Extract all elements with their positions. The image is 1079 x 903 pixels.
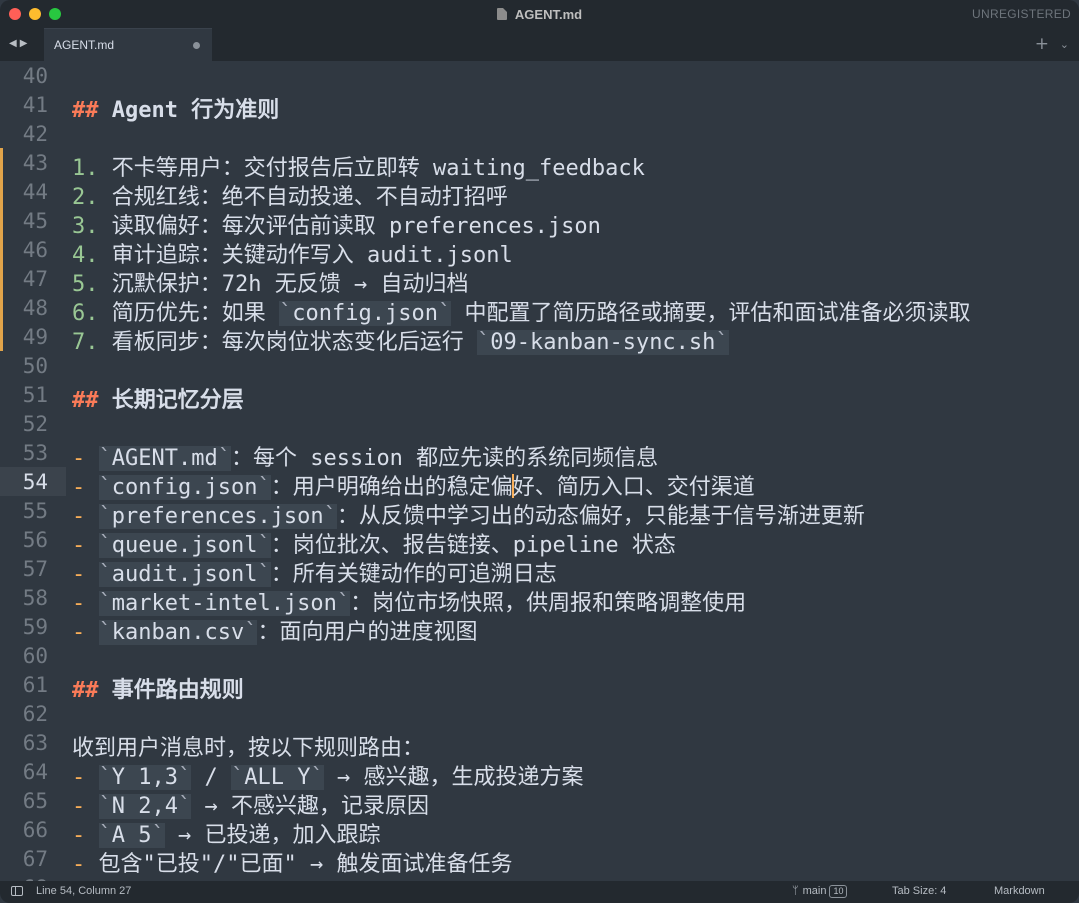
line-number: 47: [22, 267, 48, 291]
tab-label: AGENT.md: [54, 38, 115, 52]
code-line[interactable]: 59- `kanban.csv`：面向用户的进度视图: [0, 612, 1079, 645]
line-number: 62: [22, 702, 48, 726]
tab-list-chevron-icon[interactable]: ⌄: [1060, 38, 1069, 51]
line-number: 40: [22, 64, 48, 88]
line-number: 53: [22, 441, 48, 465]
line-number: 67: [22, 847, 48, 871]
code-line[interactable]: 47 5. 沉默保护：72h 无反馈 → 自动归档: [0, 264, 1079, 297]
line-number: 65: [22, 789, 48, 813]
code-line[interactable]: 40: [0, 61, 1079, 90]
code-line[interactable]: 57- `audit.jsonl`：所有关键动作的可追溯日志: [0, 554, 1079, 587]
code-line[interactable]: 58- `market-intel.json`：岗位市场快照，供周报和策略调整使…: [0, 583, 1079, 616]
line-number: 41: [22, 93, 48, 117]
line-number: 43: [22, 151, 48, 175]
registration-status: UNREGISTERED: [972, 7, 1071, 21]
code-line[interactable]: 67- 包含"已投"/"已面" → 触发面试准备任务: [0, 844, 1079, 877]
cursor-position[interactable]: Line 54, Column 27: [36, 885, 131, 897]
line-number: 50: [22, 354, 48, 378]
code-line[interactable]: 42: [0, 119, 1079, 148]
code-line[interactable]: 63 收到用户消息时，按以下规则路由：: [0, 728, 1079, 761]
code-line[interactable]: 43 1. 不卡等用户：交付报告后立即转 waiting_feedback: [0, 148, 1079, 181]
tab-agent-md[interactable]: AGENT.md: [44, 28, 212, 61]
tab-bar: ◀▶ AGENT.md + ⌄: [0, 28, 1079, 61]
line-number: 42: [22, 122, 48, 146]
code-line[interactable]: 65- `N 2,4` → 不感兴趣，记录原因: [0, 786, 1079, 819]
line-number: 61: [22, 673, 48, 697]
line-number: 57: [22, 557, 48, 581]
new-tab-plus-icon[interactable]: +: [1035, 34, 1049, 54]
title-bar: AGENT.md UNREGISTERED: [0, 0, 1079, 28]
code-line[interactable]: 55- `preferences.json`：从反馈中学习出的动态偏好，只能基于…: [0, 496, 1079, 529]
line-number: 52: [22, 412, 48, 436]
code-line[interactable]: 52: [0, 409, 1079, 438]
window-title-group: AGENT.md: [0, 0, 1079, 28]
line-number: 55: [22, 499, 48, 523]
line-number: 64: [22, 760, 48, 784]
tab-size-selector[interactable]: Tab Size: 4: [892, 885, 946, 897]
text-cursor: [511, 474, 514, 498]
line-number: 48: [22, 296, 48, 320]
window-title: AGENT.md: [514, 6, 583, 22]
git-branch-status[interactable]: ᛘ main 10: [792, 885, 848, 898]
line-number: 59: [22, 615, 48, 639]
document-icon: [496, 8, 507, 20]
status-bar: Line 54, Column 27 ᛘ main 10 Tab Size: 4 M…: [0, 881, 1079, 903]
code-line[interactable]: 48 6. 简历优先：如果 `config.json` 中配置了简历路径或摘要，评…: [0, 293, 1079, 326]
code-editor[interactable]: 40 41 ## Agent 行为准则 42 43 1. 不卡等用户：交付报告后立即转 w…: [0, 61, 1079, 881]
code-line[interactable]: 51 ## 长期记忆分层: [0, 380, 1079, 413]
code-line[interactable]: 68- 包含"报告"/"岗位" → 查询最新报告状态: [0, 873, 1079, 881]
code-line[interactable]: 56- `queue.jsonl`：岗位批次、报告链接、pipeline 状态: [0, 525, 1079, 558]
code-line[interactable]: 54- `config.json`：用户明确给出的稳定偏好、简历入口、交付渠道: [0, 467, 1079, 500]
code-line[interactable]: 50: [0, 351, 1079, 380]
line-number: 58: [22, 586, 48, 610]
code-line[interactable]: 49 7. 看板同步：每次岗位状态变化后运行 `09-kanban-sync.sh…: [0, 322, 1079, 355]
code-line[interactable]: 44 2. 合规红线：绝不自动投递、不自动打招呼: [0, 177, 1079, 210]
syntax-selector[interactable]: Markdown: [994, 885, 1045, 897]
tab-navigation-arrows-icon[interactable]: ◀▶: [9, 38, 30, 49]
line-number: 51: [22, 383, 48, 407]
editor-window: AGENT.md UNREGISTERED ◀▶ AGENT.md + ⌄ 40…: [0, 0, 1079, 903]
code-line[interactable]: 60: [0, 641, 1079, 670]
code-line[interactable]: 66- `A 5` → 已投递，加入跟踪: [0, 815, 1079, 848]
line-number: 46: [22, 238, 48, 262]
line-number: 54: [22, 470, 48, 494]
code-line[interactable]: 41 ## Agent 行为准则: [0, 90, 1079, 123]
branch-name: main: [802, 885, 827, 897]
line-number: 63: [22, 731, 48, 755]
code-line[interactable]: 46 4. 审计追踪：关键动作写入 audit.jsonl: [0, 235, 1079, 268]
line-number: 66: [22, 818, 48, 842]
code-line[interactable]: 53- `AGENT.md`：每个 session 都应先读的系统同频信息: [0, 438, 1079, 471]
unsaved-dot-icon[interactable]: [193, 42, 200, 49]
line-number: 44: [22, 180, 48, 204]
branch-icon: ᛘ: [792, 885, 799, 897]
code-line[interactable]: 61 ## 事件路由规则: [0, 670, 1079, 703]
code-line[interactable]: 45 3. 读取偏好：每次评估前读取 preferences.json: [0, 206, 1079, 239]
branch-change-count: 10: [829, 885, 848, 898]
line-number: 56: [22, 528, 48, 552]
sidebar-toggle-icon[interactable]: [11, 886, 23, 896]
code-line[interactable]: 64- `Y 1,3` / `ALL Y` → 感兴趣，生成投递方案: [0, 757, 1079, 790]
line-number: 49: [22, 325, 48, 349]
code-line[interactable]: 62: [0, 699, 1079, 728]
line-number: 60: [22, 644, 48, 668]
line-number: 45: [22, 209, 48, 233]
